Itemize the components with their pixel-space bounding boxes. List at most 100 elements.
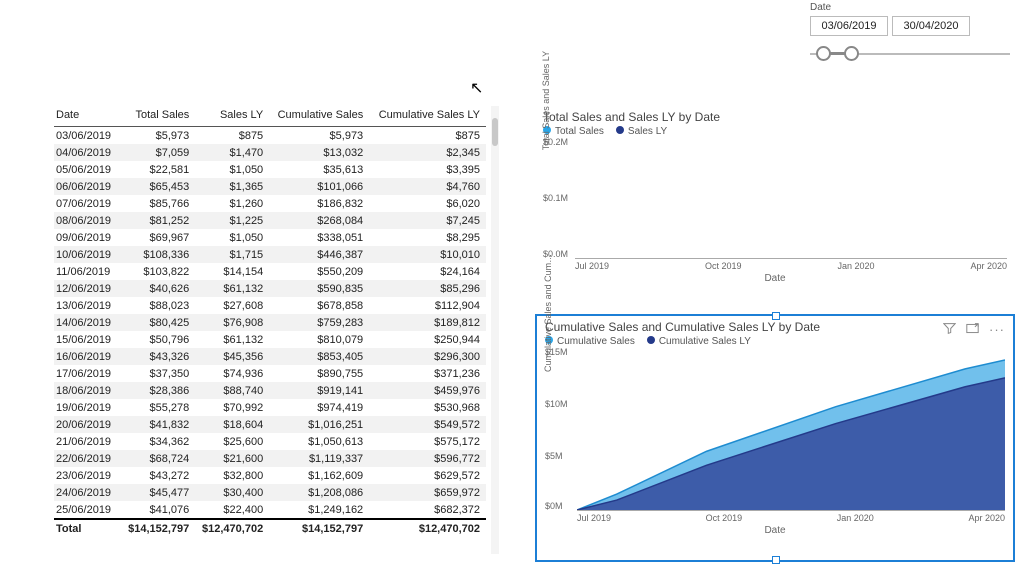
table-cell: $371,236 [369, 365, 486, 382]
table-cell: $875 [195, 127, 269, 145]
table-row[interactable]: 19/06/2019$55,278$70,992$974,419$530,968 [54, 399, 486, 416]
slicer-handle-start[interactable] [816, 46, 831, 61]
table-cell: $459,976 [369, 382, 486, 399]
chart-a-xaxis: Jul 2019 Oct 2019 Jan 2020 Apr 2020 [575, 261, 1007, 271]
table-cell: $338,051 [269, 229, 369, 246]
table-cell: $43,272 [121, 467, 195, 484]
table-cell: $22,581 [121, 161, 195, 178]
col-cumulative-sales-ly[interactable]: Cumulative Sales LY [369, 106, 486, 127]
table-row[interactable]: 03/06/2019$5,973$875$5,973$875 [54, 127, 486, 145]
table-cell: 23/06/2019 [54, 467, 121, 484]
xtick: Jul 2019 [577, 513, 611, 523]
table-cell: $810,079 [269, 331, 369, 348]
xtick: Oct 2019 [706, 513, 743, 523]
table-cell: 13/06/2019 [54, 297, 121, 314]
table-row[interactable]: 18/06/2019$28,386$88,740$919,141$459,976 [54, 382, 486, 399]
filter-icon[interactable] [943, 322, 956, 338]
table-cell: $85,766 [121, 195, 195, 212]
table-cell: 04/06/2019 [54, 144, 121, 161]
table-cell: $659,972 [369, 484, 486, 501]
table-cell: $5,973 [121, 127, 195, 145]
table-row[interactable]: 22/06/2019$68,724$21,600$1,119,337$596,7… [54, 450, 486, 467]
table-row[interactable]: 08/06/2019$81,252$1,225$268,084$7,245 [54, 212, 486, 229]
total-sales-ly: $12,470,702 [195, 519, 269, 538]
table-cell: $596,772 [369, 450, 486, 467]
total-cumulative-sales: $14,152,797 [269, 519, 369, 538]
scrollbar-thumb[interactable] [492, 118, 498, 146]
sales-table-visual[interactable]: Date Total Sales Sales LY Cumulative Sal… [54, 106, 499, 554]
table-cell: $43,326 [121, 348, 195, 365]
cursor-icon: ↖ [470, 78, 483, 98]
table-cell: $3,395 [369, 161, 486, 178]
table-cell: $41,076 [121, 501, 195, 519]
table-cell: $103,822 [121, 263, 195, 280]
table-cell: $25,600 [195, 433, 269, 450]
table-row[interactable]: 09/06/2019$69,967$1,050$338,051$8,295 [54, 229, 486, 246]
table-cell: $7,059 [121, 144, 195, 161]
col-total-sales[interactable]: Total Sales [121, 106, 195, 127]
table-cell: $21,600 [195, 450, 269, 467]
total-label: Total [54, 519, 121, 538]
chart-a-legend: Total Sales Sales LY [543, 126, 1015, 137]
slicer-track[interactable] [810, 44, 1010, 64]
col-date[interactable]: Date [54, 106, 121, 127]
chart-total-sales-by-date[interactable]: Total Sales and Sales LY by Date Total S… [535, 106, 1015, 298]
sales-table: Date Total Sales Sales LY Cumulative Sal… [54, 106, 486, 538]
table-cell: $112,904 [369, 297, 486, 314]
table-total-row: Total $14,152,797 $12,470,702 $14,152,79… [54, 519, 486, 538]
table-cell: $1,365 [195, 178, 269, 195]
table-cell: 22/06/2019 [54, 450, 121, 467]
table-row[interactable]: 05/06/2019$22,581$1,050$35,613$3,395 [54, 161, 486, 178]
table-row[interactable]: 12/06/2019$40,626$61,132$590,835$85,296 [54, 280, 486, 297]
table-cell: $88,740 [195, 382, 269, 399]
ytick: $0.2M [543, 137, 568, 147]
table-cell: 11/06/2019 [54, 263, 121, 280]
table-cell: $76,908 [195, 314, 269, 331]
table-row[interactable]: 16/06/2019$43,326$45,356$853,405$296,300 [54, 348, 486, 365]
table-cell: 21/06/2019 [54, 433, 121, 450]
xtick: Apr 2020 [970, 261, 1007, 271]
table-row[interactable]: 24/06/2019$45,477$30,400$1,208,086$659,9… [54, 484, 486, 501]
chart-b-plot: Cumulative Sales and Cum… $15M $10M $5M … [577, 351, 1005, 511]
table-row[interactable]: 13/06/2019$88,023$27,608$678,858$112,904 [54, 297, 486, 314]
table-cell: $85,296 [369, 280, 486, 297]
table-row[interactable]: 07/06/2019$85,766$1,260$186,832$6,020 [54, 195, 486, 212]
slicer-handle-end[interactable] [844, 46, 859, 61]
table-row[interactable]: 21/06/2019$34,362$25,600$1,050,613$575,1… [54, 433, 486, 450]
chart-cumulative-sales-by-date[interactable]: ··· Cumulative Sales and Cumulative Sale… [535, 314, 1015, 562]
chart-b-xlabel: Date [537, 525, 1013, 536]
table-row[interactable]: 25/06/2019$41,076$22,400$1,249,162$682,3… [54, 501, 486, 519]
col-cumulative-sales[interactable]: Cumulative Sales [269, 106, 369, 127]
chart-a-yaxis-label: Total Sales and Sales LY [541, 50, 551, 149]
table-row[interactable]: 15/06/2019$50,796$61,132$810,079$250,944 [54, 331, 486, 348]
table-row[interactable]: 23/06/2019$43,272$32,800$1,162,609$629,5… [54, 467, 486, 484]
table-cell: $678,858 [269, 297, 369, 314]
more-options-icon[interactable]: ··· [989, 322, 1005, 338]
table-row[interactable]: 04/06/2019$7,059$1,470$13,032$2,345 [54, 144, 486, 161]
table-row[interactable]: 14/06/2019$80,425$76,908$759,283$189,812 [54, 314, 486, 331]
table-cell: 14/06/2019 [54, 314, 121, 331]
table-cell: $629,572 [369, 467, 486, 484]
table-cell: $6,020 [369, 195, 486, 212]
col-sales-ly[interactable]: Sales LY [195, 106, 269, 127]
table-row[interactable]: 20/06/2019$41,832$18,604$1,016,251$549,5… [54, 416, 486, 433]
table-cell: $10,010 [369, 246, 486, 263]
table-cell: $45,477 [121, 484, 195, 501]
table-row[interactable]: 11/06/2019$103,822$14,154$550,209$24,164 [54, 263, 486, 280]
table-cell: 18/06/2019 [54, 382, 121, 399]
table-cell: $1,050 [195, 229, 269, 246]
table-cell: $32,800 [195, 467, 269, 484]
slicer-end-input[interactable]: 30/04/2020 [892, 16, 970, 36]
table-cell: $530,968 [369, 399, 486, 416]
table-cell: $55,278 [121, 399, 195, 416]
slicer-start-input[interactable]: 03/06/2019 [810, 16, 888, 36]
table-cell: $68,724 [121, 450, 195, 467]
date-slicer[interactable]: Date 03/06/2019 30/04/2020 [810, 2, 1010, 64]
table-row[interactable]: 17/06/2019$37,350$74,936$890,755$371,236 [54, 365, 486, 382]
focus-mode-icon[interactable] [966, 322, 979, 338]
table-row[interactable]: 06/06/2019$65,453$1,365$101,066$4,760 [54, 178, 486, 195]
table-cell: $1,225 [195, 212, 269, 229]
table-cell: $34,362 [121, 433, 195, 450]
table-row[interactable]: 10/06/2019$108,336$1,715$446,387$10,010 [54, 246, 486, 263]
scrollbar[interactable] [491, 106, 499, 554]
